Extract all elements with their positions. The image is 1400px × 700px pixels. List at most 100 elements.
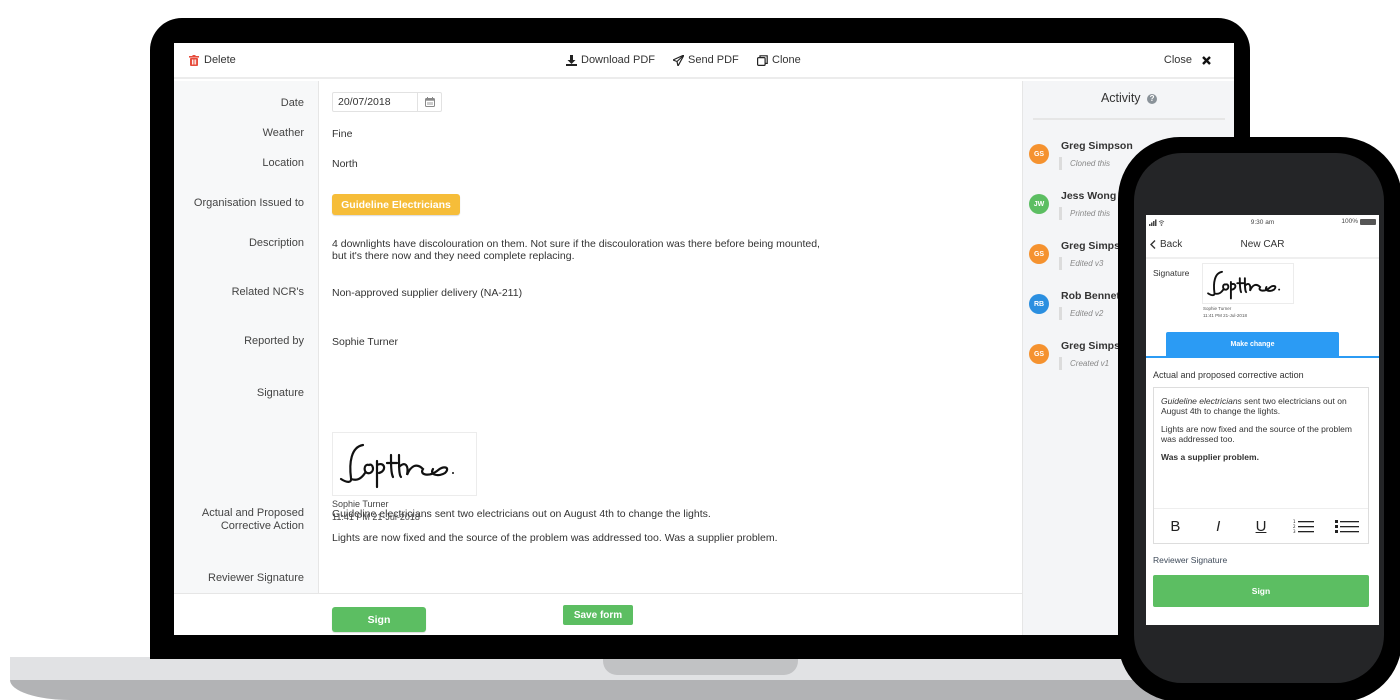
description-label: Description (248, 237, 304, 249)
corrective-action-para1: Guideline electricians sent two electric… (332, 508, 711, 520)
corrective-action-para2: Lights are now fixed and the source of t… (332, 532, 778, 544)
delete-label: Delete (204, 54, 236, 66)
description-line2: but it's there now and they need complet… (332, 250, 575, 262)
location-value: North (332, 158, 358, 170)
toolbar: Delete Download PDF Send PDF Clone Close (174, 43, 1234, 79)
avatar: JW (1029, 194, 1049, 214)
activity-divider (1033, 118, 1225, 120)
italic-button[interactable]: I (1203, 514, 1233, 538)
editor-italic-text: Guideline electricians (1161, 396, 1242, 406)
phone-sign-button[interactable]: Sign (1153, 575, 1369, 607)
close-label: Close (1163, 54, 1192, 66)
ordered-list-button[interactable]: 123 (1289, 514, 1319, 538)
phone-signature-timestamp: 11:41 PM 21-Jul-2018 (1203, 313, 1247, 318)
corrective-action-editor[interactable]: Guideline electricians sent two electric… (1153, 387, 1369, 544)
bold-button[interactable]: B (1160, 514, 1190, 538)
activity-note: Printed this (1059, 207, 1110, 220)
phone-screen: 9:30 am 100% Back New CAR Signature Soph… (1146, 215, 1379, 625)
corrective-action-label-line1: Actual and Proposed (201, 507, 304, 519)
editor-para2: Lights are now fixed and the source of t… (1161, 424, 1352, 444)
editor-content[interactable]: Guideline electricians sent two electric… (1161, 396, 1361, 470)
clone-icon (756, 54, 768, 66)
weather-label: Weather (262, 127, 304, 139)
activity-title-text: Activity (1100, 91, 1141, 105)
clone-button[interactable]: Clone (756, 54, 801, 66)
phone-action-label: Actual and proposed corrective action (1153, 370, 1304, 380)
phone-battery: 100% (1341, 218, 1376, 225)
organisation-tag[interactable]: Guideline Electricians (332, 194, 460, 215)
reported-by-label: Reported by (244, 335, 304, 347)
date-label: Date (280, 97, 304, 109)
activity-user: Jess Wong (1061, 190, 1117, 202)
close-icon (1200, 54, 1212, 66)
download-pdf-label: Download PDF (581, 54, 655, 66)
activity-note: Cloned this (1059, 157, 1110, 170)
avatar: GS (1029, 244, 1049, 264)
make-change-button[interactable]: Make change (1166, 332, 1339, 356)
related-ncrs-label: Related NCR's (231, 286, 304, 298)
reviewer-signature-label: Reviewer Signature (208, 572, 304, 584)
avatar: GS (1029, 144, 1049, 164)
weather-value: Fine (332, 128, 353, 140)
calendar-icon[interactable] (417, 93, 441, 111)
delete-button[interactable]: Delete (188, 54, 236, 66)
activity-note: Created v1 (1059, 357, 1109, 370)
phone-bezel: 9:30 am 100% Back New CAR Signature Soph… (1134, 153, 1384, 683)
activity-title: Activity ? (1023, 91, 1234, 105)
section-divider (1146, 356, 1379, 358)
bullet-list-icon (1334, 519, 1359, 533)
send-pdf-label: Send PDF (688, 54, 739, 66)
paper-plane-icon (672, 54, 684, 66)
activity-note: Edited v3 (1059, 257, 1103, 270)
laptop-screen: Delete Download PDF Send PDF Clone Close (174, 43, 1234, 635)
activity-user: Greg Simpson (1061, 140, 1133, 152)
phone-reviewer-label: Reviewer Signature (1153, 555, 1228, 565)
form-values-column: 20/07/2018 Fine North Guideline Electric… (320, 81, 1022, 632)
send-pdf-button[interactable]: Send PDF (672, 54, 739, 66)
save-form-button[interactable]: Save form (563, 605, 633, 625)
clone-label: Clone (772, 54, 801, 66)
phone-nav-bar: Back New CAR (1146, 231, 1379, 259)
avatar: RB (1029, 294, 1049, 314)
download-icon (565, 54, 577, 66)
bold-icon: B (1170, 517, 1181, 535)
phone-signature-signer: Sophie Turner (1203, 306, 1232, 311)
help-icon[interactable]: ? (1147, 94, 1158, 104)
svg-text:3: 3 (1293, 529, 1296, 534)
bullet-list-button[interactable] (1332, 514, 1362, 538)
activity-user: Rob Bennett (1061, 290, 1124, 302)
corrective-action-label-line2: Corrective Action (220, 520, 304, 532)
signature-label: Signature (256, 387, 304, 399)
back-label: Back (1160, 239, 1183, 250)
description-line1: 4 downlights have discolouration on them… (332, 238, 820, 250)
back-button[interactable]: Back (1150, 239, 1182, 250)
laptop-base-shadow (10, 680, 1310, 700)
phone-signature-image (1202, 263, 1294, 304)
avatar: GS (1029, 344, 1049, 364)
chevron-left-icon (1150, 240, 1156, 249)
organisation-label: Organisation Issued to (193, 197, 304, 209)
laptop-notch (603, 657, 798, 675)
editor-para3: Was a supplier problem. (1161, 452, 1259, 462)
form-labels-column: Date Weather Location Organisation Issue… (174, 81, 319, 593)
form-footer: Save form (174, 593, 1022, 635)
trash-icon (188, 54, 200, 66)
underline-button[interactable]: U (1246, 514, 1276, 538)
reported-by-value: Sophie Turner (332, 336, 398, 348)
phone-device: 9:30 am 100% Back New CAR Signature Soph… (1118, 137, 1400, 700)
location-label: Location (262, 157, 304, 169)
activity-note: Edited v2 (1059, 307, 1103, 320)
battery-percent: 100% (1341, 218, 1358, 225)
related-ncr-value: Non-approved supplier delivery (NA-211) (332, 287, 523, 299)
close-button[interactable]: Close (1164, 54, 1212, 66)
date-value: 20/07/2018 (338, 96, 391, 108)
phone-status-bar: 9:30 am 100% (1146, 215, 1379, 231)
battery-icon (1360, 218, 1376, 225)
phone-signature-label: Signature (1153, 268, 1190, 278)
editor-toolbar: B I U 123 (1154, 508, 1368, 543)
download-pdf-button[interactable]: Download PDF (565, 54, 655, 66)
italic-icon: I (1216, 517, 1221, 535)
ordered-list-icon: 123 (1293, 519, 1314, 534)
underline-icon: U (1255, 517, 1267, 535)
date-input[interactable]: 20/07/2018 (332, 92, 442, 112)
